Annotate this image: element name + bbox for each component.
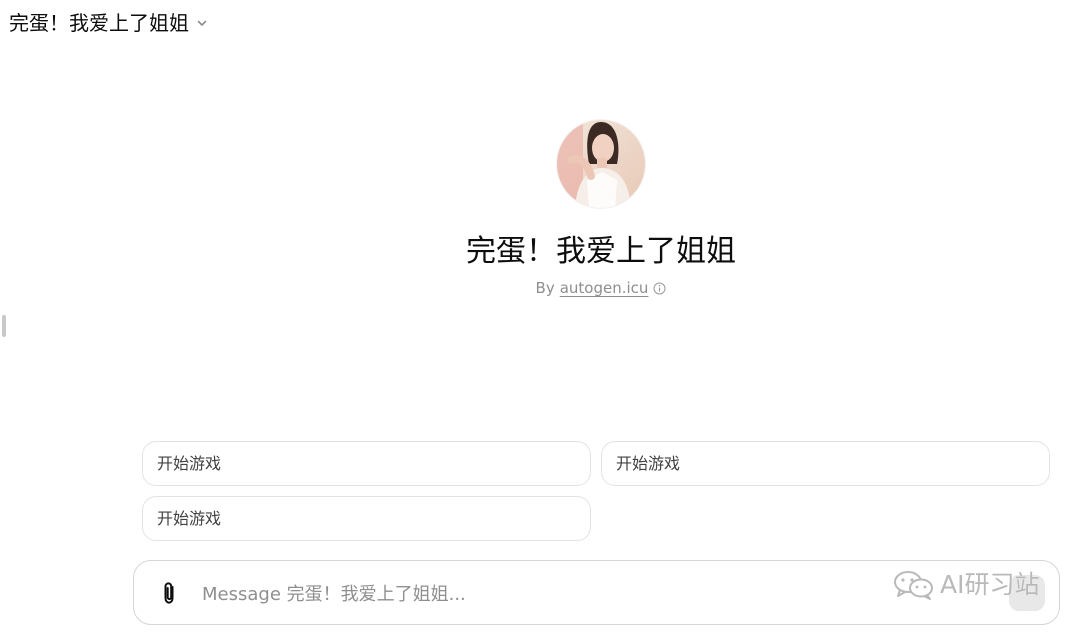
chat-page: 完蛋！我爱上了姐姐 完蛋！我爱上了姐姐 By autogen.icu 开始游戏 … <box>0 0 1080 634</box>
gpt-title-dropdown[interactable]: 完蛋！我爱上了姐姐 <box>9 9 209 37</box>
chevron-down-icon <box>195 16 209 30</box>
conversation-starter[interactable]: 开始游戏 <box>142 496 591 541</box>
message-input[interactable] <box>200 573 844 615</box>
author-link[interactable]: autogen.icu <box>560 278 649 298</box>
info-icon[interactable] <box>653 282 666 295</box>
conversation-starter[interactable]: 开始游戏 <box>142 441 591 486</box>
watermark: AI研习站 <box>893 569 1039 601</box>
sidebar-toggle-handle[interactable] <box>2 315 6 337</box>
byline-prefix: By <box>535 279 555 297</box>
watermark-text: AI研习站 <box>940 570 1040 599</box>
conversation-starter[interactable]: 开始游戏 <box>601 441 1050 486</box>
header-title: 完蛋！我爱上了姐姐 <box>9 11 189 35</box>
gpt-avatar <box>557 120 645 208</box>
paperclip-icon[interactable] <box>156 580 182 606</box>
gpt-byline: By autogen.icu <box>0 278 1080 298</box>
wechat-icon <box>893 569 935 601</box>
gpt-name: 完蛋！我爱上了姐姐 <box>466 234 736 269</box>
